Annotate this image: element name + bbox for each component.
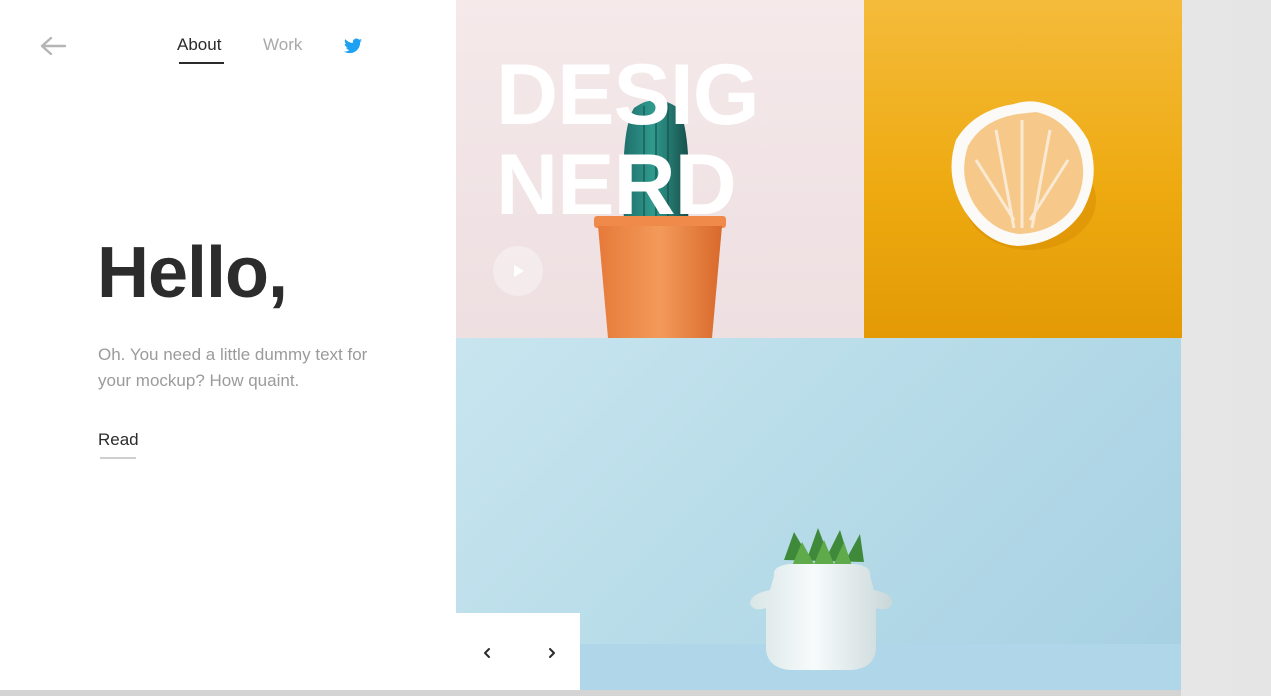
- nav-item-work[interactable]: Work: [263, 35, 302, 55]
- arrow-left-icon[interactable]: [38, 34, 68, 58]
- feature-headline: DESIG NERD: [496, 47, 760, 233]
- page-title: Hello,: [97, 233, 288, 313]
- chevron-left-icon[interactable]: [477, 643, 497, 663]
- read-underline: [100, 457, 136, 459]
- intro-text: Oh. You need a little dummy text for you…: [98, 345, 368, 390]
- read-link[interactable]: Read: [98, 430, 139, 450]
- nav-item-about[interactable]: About: [177, 35, 221, 55]
- grapefruit-image: [951, 101, 1096, 250]
- chevron-right-icon[interactable]: [542, 643, 562, 663]
- headline-line-2: NERD: [496, 137, 737, 233]
- feature-tile-cactus[interactable]: DESIG NERD: [456, 0, 864, 338]
- page: About Work Hello, Oh. You need a little …: [0, 0, 1271, 696]
- active-tab-indicator: [179, 62, 224, 64]
- play-icon: [514, 265, 524, 277]
- headline-line-1: DESIG: [496, 47, 760, 143]
- feature-tile-grapefruit[interactable]: [864, 0, 1182, 338]
- play-button[interactable]: [493, 246, 543, 296]
- left-panel: About Work Hello, Oh. You need a little …: [0, 0, 456, 690]
- slider-pager: [456, 613, 580, 696]
- bottom-divider: [0, 690, 1181, 696]
- twitter-icon[interactable]: [344, 38, 362, 54]
